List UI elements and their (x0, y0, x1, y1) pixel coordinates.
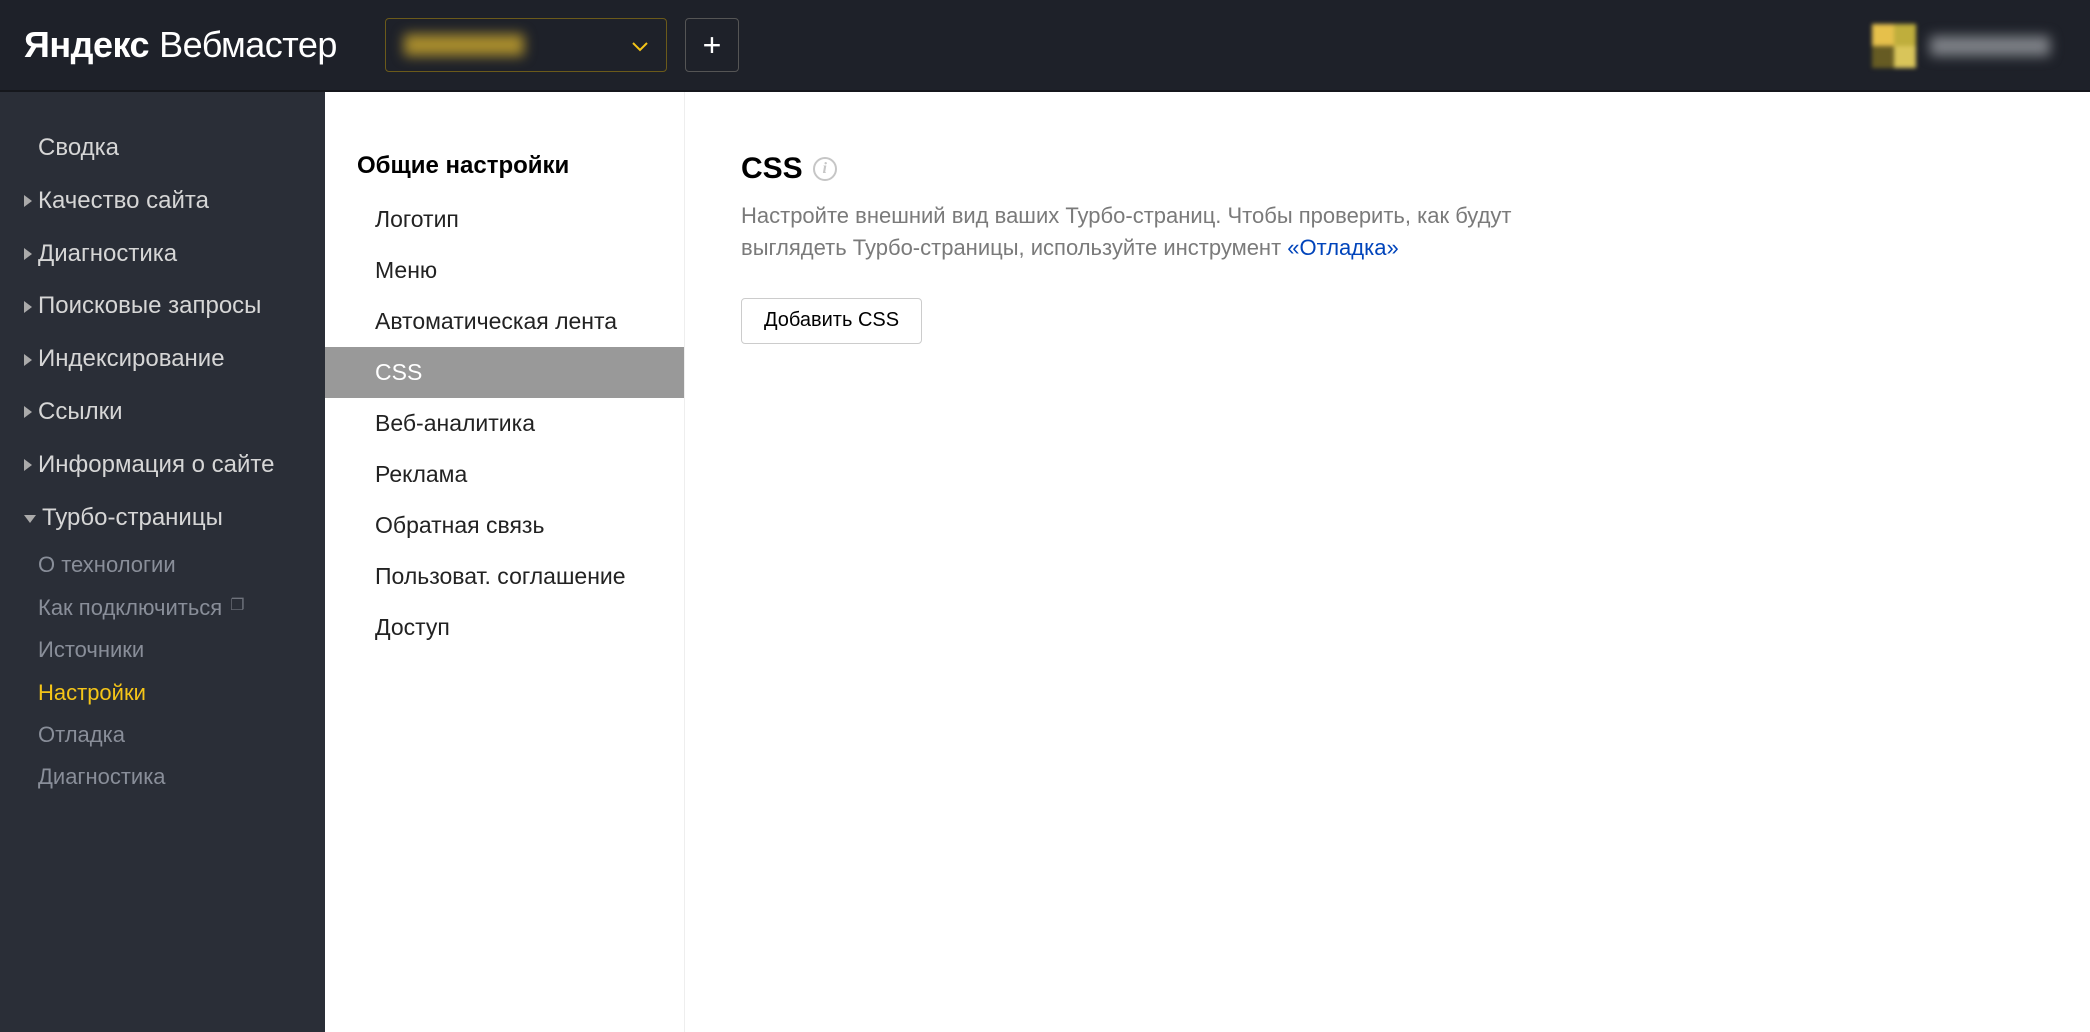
sidebar-sub-debug[interactable]: Отладка (0, 714, 325, 756)
sidebar-item-indexing[interactable]: Индексирование (0, 333, 325, 386)
sidebar-item-label: Ссылки (38, 398, 123, 427)
secondary-item-label: Реклама (375, 461, 467, 487)
sidebar-item-label: Турбо-страницы (42, 504, 223, 533)
username (1930, 36, 2050, 56)
sidebar-item-label: Качество сайта (38, 187, 209, 216)
sidebar-sub-sources[interactable]: Источники (0, 629, 325, 671)
sidebar-item-label: Сводка (38, 134, 119, 163)
logo-yandex: Яндекс (24, 24, 149, 66)
sidebar-sub-label: Диагностика (38, 764, 166, 790)
sidebar-sub-label: О технологии (38, 552, 176, 578)
secondary-item-access[interactable]: Доступ (325, 602, 684, 653)
sidebar-item-quality[interactable]: Качество сайта (0, 175, 325, 228)
debug-link[interactable]: «Отладка» (1287, 235, 1398, 260)
logo-webmaster: Вебмастер (159, 24, 337, 66)
header-bar: Яндекс Вебмастер + (0, 0, 2090, 90)
user-area[interactable] (1872, 24, 2050, 68)
external-link-icon: ❐ (230, 596, 244, 615)
site-selector-value (404, 34, 524, 56)
sidebar-item-label: Поисковые запросы (38, 292, 261, 321)
secondary-item-analytics[interactable]: Веб-аналитика (325, 398, 684, 449)
sidebar-item-search-queries[interactable]: Поисковые запросы (0, 280, 325, 333)
sidebar-item-diagnostics[interactable]: Диагностика (0, 228, 325, 281)
sidebar-item-label: Диагностика (38, 240, 177, 269)
sidebar-secondary: Общие настройки Логотип Меню Автоматичес… (325, 92, 685, 1032)
info-icon[interactable]: i (813, 157, 837, 181)
caret-right-icon (24, 406, 32, 418)
chevron-down-icon (632, 34, 648, 56)
sidebar-left: Сводка Качество сайта Диагностика Поиско… (0, 92, 325, 1032)
caret-right-icon (24, 248, 32, 260)
sidebar-sub-label: Отладка (38, 722, 125, 748)
secondary-item-label: Автоматическая лента (375, 308, 617, 334)
secondary-item-css[interactable]: CSS (325, 347, 684, 398)
secondary-item-menu[interactable]: Меню (325, 245, 684, 296)
sidebar-sub-diagnostics[interactable]: Диагностика (0, 756, 325, 798)
caret-right-icon (24, 459, 32, 471)
secondary-item-feedback[interactable]: Обратная связь (325, 500, 684, 551)
add-site-button[interactable]: + (685, 18, 739, 72)
secondary-item-agreement[interactable]: Пользоват. соглашение (325, 551, 684, 602)
sidebar-item-summary[interactable]: Сводка (0, 122, 325, 175)
logo[interactable]: Яндекс Вебмастер (24, 24, 337, 66)
avatar (1872, 24, 1916, 68)
sidebar-item-label: Информация о сайте (38, 451, 274, 480)
sidebar-sub-about[interactable]: О технологии (0, 544, 325, 586)
plus-icon: + (703, 27, 722, 64)
sidebar-sub-label: Настройки (38, 680, 146, 706)
page-title: CSS (741, 152, 803, 186)
secondary-item-label: CSS (375, 359, 422, 385)
secondary-item-label: Меню (375, 257, 437, 283)
sidebar-item-links[interactable]: Ссылки (0, 386, 325, 439)
caret-right-icon (24, 354, 32, 366)
sidebar-sub-label: Как подключиться (38, 595, 222, 621)
main-description: Настройте внешний вид ваших Турбо-страни… (741, 200, 1541, 264)
secondary-item-autofeed[interactable]: Автоматическая лента (325, 296, 684, 347)
caret-down-icon (24, 515, 36, 523)
sidebar-item-label: Индексирование (38, 345, 225, 374)
secondary-title: Общие настройки (325, 152, 684, 194)
caret-right-icon (24, 195, 32, 207)
sidebar-sub-label: Источники (38, 637, 144, 663)
sidebar-item-site-info[interactable]: Информация о сайте (0, 439, 325, 492)
add-css-button-label: Добавить CSS (764, 309, 899, 332)
secondary-item-label: Веб-аналитика (375, 410, 535, 436)
sidebar-sub-settings[interactable]: Настройки (0, 672, 325, 714)
caret-right-icon (24, 301, 32, 313)
main-heading-row: CSS i (741, 152, 2034, 186)
secondary-item-label: Доступ (375, 614, 450, 640)
secondary-item-label: Обратная связь (375, 512, 544, 538)
secondary-item-ads[interactable]: Реклама (325, 449, 684, 500)
main-content: CSS i Настройте внешний вид ваших Турбо-… (685, 92, 2090, 1032)
secondary-item-label: Логотип (375, 206, 459, 232)
secondary-item-label: Пользоват. соглашение (375, 563, 626, 589)
body-layout: Сводка Качество сайта Диагностика Поиско… (0, 90, 2090, 1032)
sidebar-item-turbo[interactable]: Турбо-страницы (0, 492, 325, 545)
sidebar-sub-connect[interactable]: Как подключиться ❐ (0, 587, 325, 629)
secondary-item-logo[interactable]: Логотип (325, 194, 684, 245)
site-selector[interactable] (385, 18, 667, 72)
add-css-button[interactable]: Добавить CSS (741, 298, 922, 344)
